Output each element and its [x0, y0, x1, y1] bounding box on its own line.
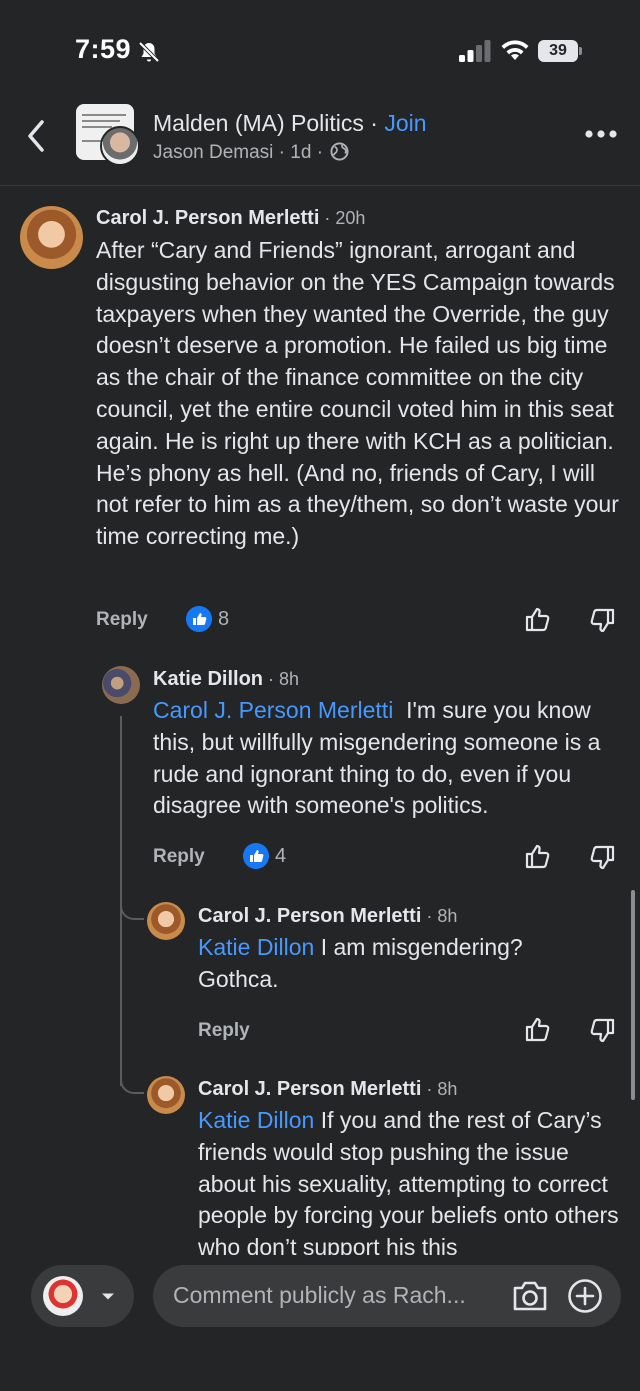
camera-icon[interactable]: [511, 1279, 549, 1313]
comment-composer: Comment publicly as Rach...: [0, 1255, 640, 1391]
like-icon: [243, 843, 269, 869]
plus-circle-icon[interactable]: [567, 1278, 603, 1314]
comment-author[interactable]: Katie Dillon · 8h: [153, 668, 299, 691]
avatar[interactable]: [102, 666, 140, 704]
mention-link[interactable]: Katie Dillon: [198, 934, 314, 960]
thread-connector: [120, 1064, 144, 1094]
comment-author[interactable]: Carol J. Person Merletti · 8h: [198, 1078, 457, 1101]
wifi-icon: [501, 40, 529, 60]
poster-name[interactable]: Jason Demasi: [153, 142, 273, 163]
back-chevron-icon[interactable]: [24, 118, 52, 154]
like-count: 8: [218, 608, 230, 630]
comment-text: Carol J. Person Merletti I'm sure you kn…: [153, 697, 601, 819]
thumbs-up-icon[interactable]: [524, 605, 552, 633]
profile-switcher[interactable]: [31, 1265, 134, 1327]
thumbs-down-icon[interactable]: [588, 607, 616, 635]
comment-input[interactable]: Comment publicly as Rach...: [153, 1265, 621, 1327]
comment-placeholder: Comment publicly as Rach...: [173, 1282, 466, 1308]
group-name[interactable]: Malden (MA) Politics: [153, 110, 364, 136]
bell-slash-icon: [138, 41, 160, 63]
comment-author[interactable]: Carol J. Person Merletti · 20h: [96, 207, 365, 230]
thumbs-up-icon[interactable]: [524, 1015, 552, 1043]
mention-link[interactable]: Carol J. Person Merletti: [153, 697, 393, 723]
like-icon: [186, 606, 212, 632]
post-age: 1d: [290, 142, 312, 163]
status-time: 7:59: [75, 34, 132, 64]
mention-link[interactable]: Katie Dillon: [198, 1107, 314, 1133]
avatar: [43, 1276, 83, 1316]
post-header: Malden (MA) Politics · Join Jason Demasi…: [0, 100, 640, 186]
thread-connector: [120, 890, 144, 920]
comment-text: After “Cary and Friends” ignorant, arrog…: [96, 237, 619, 550]
battery-level: 39: [538, 40, 578, 62]
signal-icon: [459, 40, 491, 62]
avatar[interactable]: [20, 206, 83, 269]
like-count: 4: [275, 845, 287, 867]
status-bar: 7:59 39: [0, 0, 640, 100]
avatar[interactable]: [147, 902, 185, 940]
comment-text: Katie Dillon If you and the rest of Cary…: [198, 1107, 619, 1255]
reply-button[interactable]: Reply: [96, 609, 148, 631]
battery-icon: 39: [538, 40, 584, 62]
thumbs-down-icon[interactable]: [588, 1017, 616, 1045]
comment-author[interactable]: Carol J. Person Merletti · 8h: [198, 905, 457, 928]
more-icon[interactable]: [584, 128, 618, 140]
comment-text: Katie Dillon I am misgendering? Gothca.: [198, 934, 523, 992]
join-button[interactable]: Join: [384, 110, 426, 136]
group-title: Malden (MA) Politics · Join: [153, 110, 427, 136]
scrollbar[interactable]: [631, 890, 635, 1100]
caret-down-icon: [102, 1293, 114, 1300]
globe-icon: [330, 142, 349, 161]
reply-button[interactable]: Reply: [153, 846, 205, 868]
post-meta: Jason Demasi · 1d ·: [153, 142, 349, 164]
poster-avatar[interactable]: [100, 126, 140, 166]
thumbs-up-icon[interactable]: [524, 842, 552, 870]
reply-button[interactable]: Reply: [198, 1020, 250, 1042]
thumbs-down-icon[interactable]: [588, 844, 616, 872]
avatar[interactable]: [147, 1076, 185, 1114]
